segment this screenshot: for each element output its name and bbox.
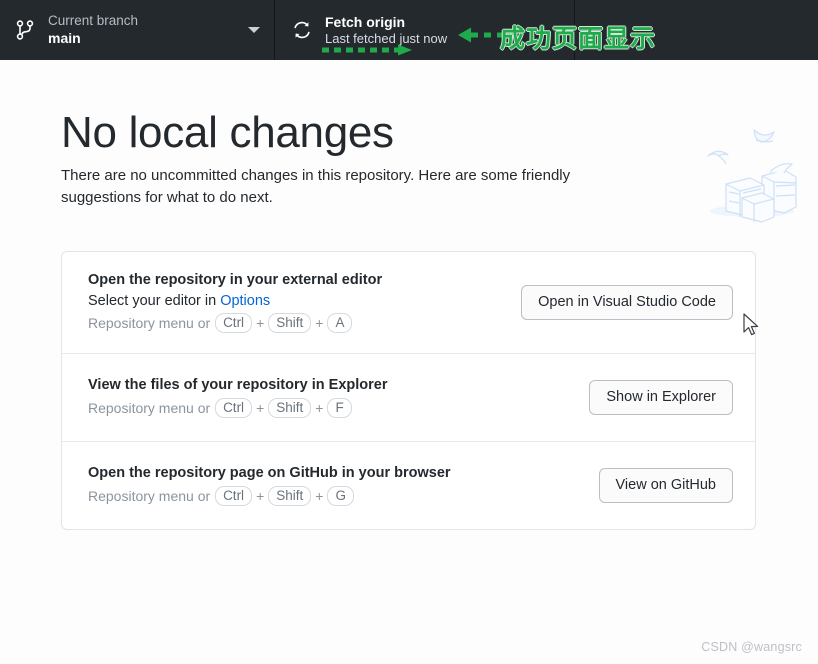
git-branch-icon [12, 17, 38, 43]
suggestion-text-block: View the files of your repository in Exp… [88, 377, 571, 418]
chevron-down-icon[interactable] [248, 27, 260, 33]
suggestion-title: View the files of your repository in Exp… [88, 377, 388, 393]
page-subtitle: There are no uncommitted changes in this… [61, 166, 571, 207]
current-branch-value: main [48, 29, 81, 46]
boxes-and-birds-illustration [707, 129, 797, 223]
kbd-letter: A [327, 313, 353, 333]
open-in-external-editor-button[interactable]: Open in Visual Studio Code [521, 285, 733, 320]
current-branch-text: Current branch main [48, 13, 240, 47]
suggestion-desc-prefix: Select your editor in [88, 293, 221, 309]
suggestions-card: Open the repository in your external edi… [61, 251, 756, 530]
annotation-text: 成功页面显示 [500, 24, 657, 53]
current-branch-button[interactable]: Current branch main [0, 0, 275, 60]
kbd-ctrl: Ctrl [215, 486, 253, 506]
kbd-plus: + [315, 400, 324, 416]
page-title: No local changes [61, 108, 394, 157]
suggestion-title: Open the repository in your external edi… [88, 272, 383, 288]
kbd-plus: + [256, 400, 265, 416]
watermark: CSDN @wangsrc [701, 640, 802, 654]
kbd-letter: G [327, 486, 354, 506]
hero-block: No local changes There are no uncommitte… [61, 108, 631, 210]
top-toolbar: Current branch main Fetch origin Last fe… [0, 0, 818, 60]
suggestion-text-block: Open the repository in your external edi… [88, 272, 503, 333]
main-content: No local changes There are no uncommitte… [0, 60, 818, 664]
shortcut-hint-prefix: Repository menu or [88, 315, 211, 331]
shortcut-hint-prefix: Repository menu or [88, 400, 211, 416]
suggestion-shortcut-hint: Repository menu or Ctrl + Shift + A [88, 313, 503, 333]
suggestion-description: Select your editor in Options [88, 293, 503, 309]
kbd-plus: + [256, 488, 265, 504]
view-on-github-button[interactable]: View on GitHub [598, 468, 733, 503]
kbd-letter: F [327, 398, 352, 418]
suggestion-row-external-editor: Open the repository in your external edi… [62, 252, 755, 353]
options-link[interactable]: Options [220, 293, 270, 309]
kbd-plus: + [315, 315, 324, 331]
suggestion-row-github: Open the repository page on GitHub in yo… [62, 441, 755, 529]
show-in-explorer-button[interactable]: Show in Explorer [589, 380, 733, 415]
kbd-plus: + [256, 315, 265, 331]
suggestion-shortcut-hint: Repository menu or Ctrl + Shift + F [88, 398, 571, 418]
suggestion-shortcut-hint: Repository menu or Ctrl + Shift + G [88, 486, 581, 506]
sync-refresh-icon [289, 17, 315, 43]
kbd-shift: Shift [268, 313, 312, 333]
suggestion-title: Open the repository page on GitHub in yo… [88, 465, 451, 481]
suggestion-row-explorer: View the files of your repository in Exp… [62, 353, 755, 441]
suggestion-text-block: Open the repository page on GitHub in yo… [88, 465, 581, 506]
current-branch-label: Current branch [48, 13, 139, 29]
kbd-ctrl: Ctrl [215, 313, 253, 333]
kbd-shift: Shift [268, 398, 312, 418]
shortcut-hint-prefix: Repository menu or [88, 488, 211, 504]
kbd-ctrl: Ctrl [215, 398, 253, 418]
kbd-plus: + [315, 488, 324, 504]
kbd-shift: Shift [268, 486, 312, 506]
